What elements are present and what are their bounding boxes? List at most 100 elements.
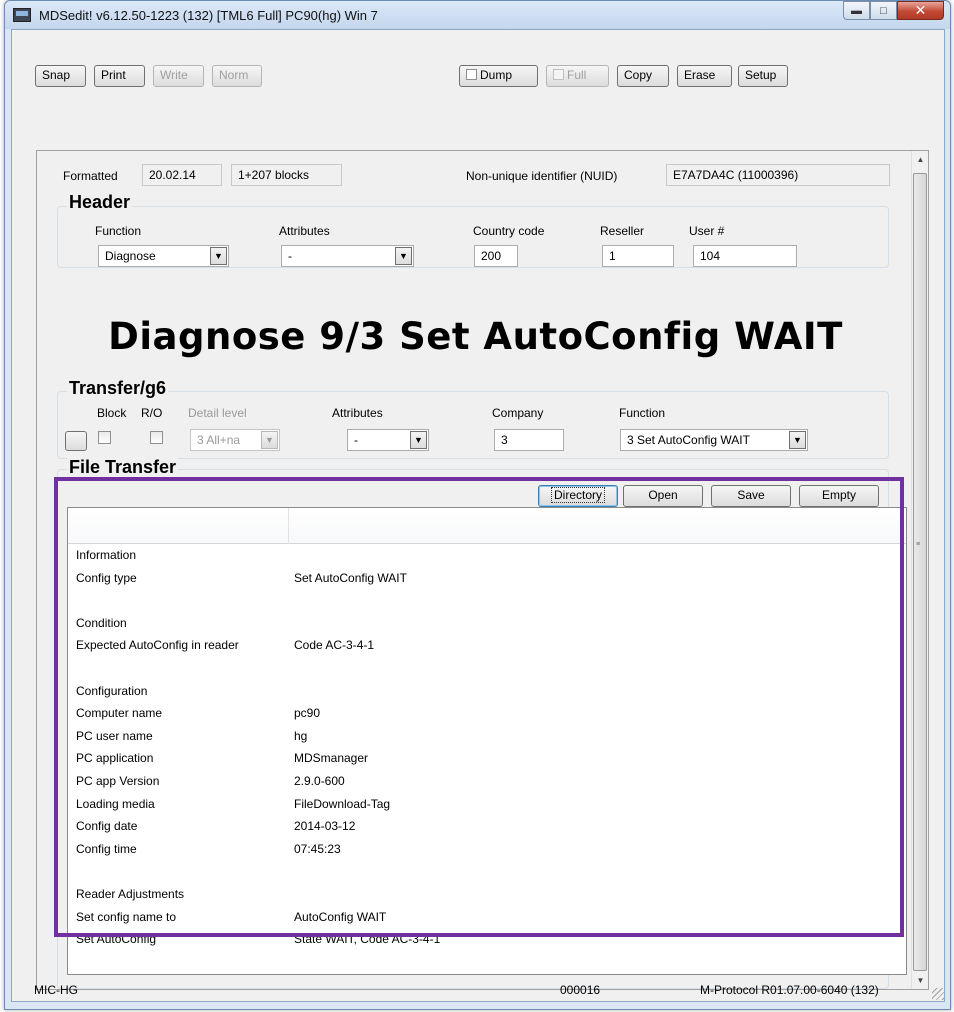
list-item[interactable] [68,589,906,612]
scroll-thumb[interactable] [913,173,927,971]
chevron-down-icon[interactable]: ▼ [261,431,278,449]
header-title: Header [67,192,133,213]
company-label: Company [492,406,544,420]
transfer-attributes-select[interactable]: - ▼ [347,429,429,451]
detail-level-select[interactable]: 3 All+na ▼ [190,429,280,451]
file-info-list[interactable]: Information Config type Set AutoConfig WAI… [67,507,907,975]
minimize-button[interactable]: ▬ [843,1,870,20]
dump-checkbox[interactable] [466,69,477,80]
list-item[interactable]: Set config name to AutoConfig WAIT [68,906,906,929]
company-input[interactable]: 3 [494,429,564,451]
column-separator[interactable] [288,508,289,544]
list-item[interactable]: Config time 07:45:23 [68,838,906,861]
empty-button[interactable]: Empty [799,485,879,507]
open-button[interactable]: Open [623,485,703,507]
attributes-select[interactable]: - ▼ [281,245,414,267]
window-title: MDSedit! v6.12.50-1223 (132) [TML6 Full]… [39,8,378,23]
block-checkbox[interactable] [98,431,111,444]
list-item[interactable]: Information [68,544,906,567]
attributes-label: Attributes [279,224,330,238]
list-item[interactable]: PC app Version 2.9.0-600 [68,770,906,793]
reseller-input[interactable]: 1 [602,245,674,267]
list-item[interactable]: PC user name hg [68,725,906,748]
list-item-key: Config type [76,570,137,585]
resize-grip-icon[interactable] [932,988,944,1000]
list-item-key: PC user name [76,728,153,743]
file-transfer-title: File Transfer [67,457,179,478]
thumb-grip-icon: ≡ [916,541,921,548]
detail-level-label: Detail level [188,406,247,420]
list-item[interactable]: Reader Adjustments [68,883,906,906]
chevron-down-icon[interactable]: ▼ [210,247,227,265]
list-item-value: MDSmanager [294,751,369,766]
full-checkbox[interactable] [553,69,564,80]
minimize-icon: ▬ [851,4,862,17]
setup-button[interactable]: Setup [738,65,788,87]
nuid-label: Non-unique identifier (NUID) [466,169,618,183]
scroll-up-icon[interactable]: ▲ [912,151,929,168]
status-protocol: M-Protocol R01.07.00-6040 (132) [700,983,879,997]
save-button[interactable]: Save [711,485,791,507]
list-item[interactable]: Configuration [68,680,906,703]
list-item[interactable]: PC application MDSmanager [68,747,906,770]
list-item-key: Config date [76,819,138,834]
user-number-label: User # [689,224,725,238]
attributes-value: - [288,249,292,263]
write-button[interactable]: Write [153,65,204,87]
list-item[interactable]: Config type Set AutoConfig WAIT [68,567,906,590]
list-item[interactable]: Expected AutoConfig in reader Code AC-3-4… [68,634,906,657]
list-item-value: 2014-03-12 [294,819,356,834]
norm-button[interactable]: Norm [212,65,262,87]
list-item[interactable] [68,657,906,680]
full-toggle[interactable]: Full [546,65,609,87]
status-left: MIC-HG [34,983,78,997]
print-button[interactable]: Print [94,65,145,87]
transfer-small-button[interactable] [65,431,87,451]
function-select[interactable]: Diagnose ▼ [98,245,229,267]
chevron-down-icon[interactable]: ▼ [789,431,806,449]
list-item-key: Information [76,548,137,562]
list-header[interactable] [68,508,906,544]
app-icon[interactable] [13,8,31,22]
list-item[interactable]: Computer name pc90 [68,702,906,725]
transfer-attributes-value: - [354,433,358,447]
list-item[interactable]: Loading media FileDownload-Tag [68,793,906,816]
list-item-value: AutoConfig WAIT [294,909,387,924]
copy-button[interactable]: Copy [617,65,669,87]
function-value: Diagnose [105,249,156,263]
close-button[interactable]: ✕ [897,1,944,20]
list-item[interactable]: Set AutoConfig State WAIT, Code AC-3-4-1 [68,928,906,951]
list-item-key: Expected AutoConfig in reader [76,638,239,653]
list-item[interactable]: Condition [68,612,906,635]
maximize-button[interactable]: □ [870,1,897,20]
nuid-field: E7A7DA4C (11000396) [666,164,890,186]
list-rows: Information Config type Set AutoConfig WAI… [68,544,906,951]
list-item[interactable] [68,860,906,883]
blocks-field: 1+207 blocks [231,164,342,186]
erase-button[interactable]: Erase [677,65,732,87]
transfer-function-select[interactable]: 3 Set AutoConfig WAIT ▼ [620,429,808,451]
list-item-key: Condition [76,615,127,630]
ro-label: R/O [141,406,163,420]
chevron-down-icon[interactable]: ▼ [395,247,412,265]
list-item[interactable]: Config date 2014-03-12 [68,815,906,838]
directory-button[interactable]: Directory [538,485,618,507]
snap-button[interactable]: Snap [35,65,86,87]
ro-checkbox[interactable] [150,431,163,444]
user-number-input[interactable]: 104 [693,245,797,267]
country-code-input[interactable]: 200 [474,245,518,267]
list-item-key: Computer name [76,706,163,721]
list-item-value: hg [294,728,308,743]
full-label: Full [567,68,587,82]
status-bar: MIC-HG 000016 M-Protocol R01.07.00-6040 … [12,980,946,1002]
function-label: Function [95,224,142,238]
list-item-value: 07:45:23 [294,841,341,856]
chevron-down-icon[interactable]: ▼ [410,431,427,449]
block-label: Block [97,406,127,420]
title-bar[interactable]: MDSedit! v6.12.50-1223 (132) [TML6 Full]… [5,1,950,29]
list-item-value: pc90 [294,706,321,721]
list-item-value: FileDownload-Tag [294,796,391,811]
vertical-scrollbar[interactable]: ▲ ≡ ▼ [911,151,928,989]
list-item-value: 2.9.0-600 [294,773,345,788]
dump-toggle[interactable]: Dump [459,65,538,87]
